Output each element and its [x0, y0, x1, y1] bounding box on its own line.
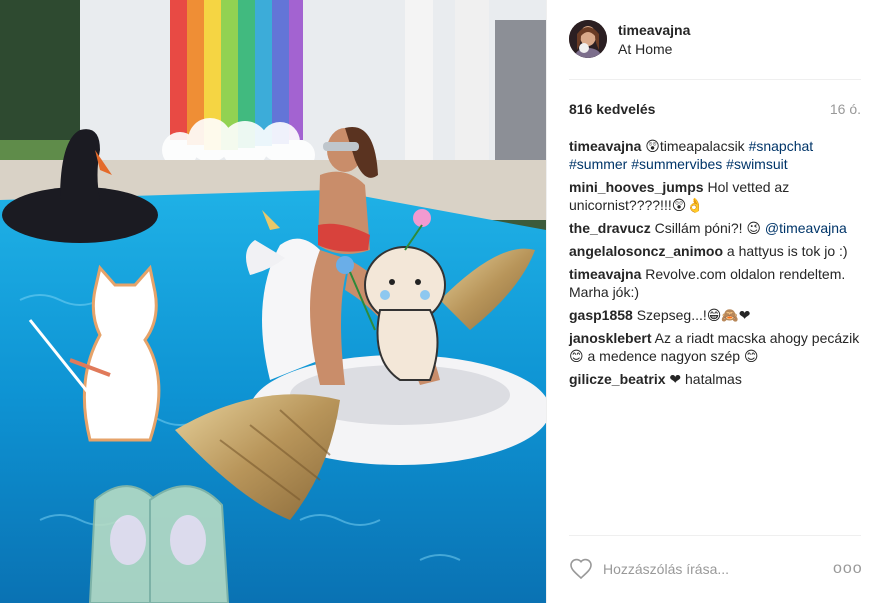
avatar-image: [569, 20, 607, 58]
comment-username[interactable]: janosklebert: [569, 330, 651, 346]
comment-input[interactable]: [603, 559, 813, 579]
comment-username[interactable]: gilicze_beatrix: [569, 371, 666, 387]
comment-item: angelalosoncz_animoo a hattyus is tok jo…: [569, 242, 861, 260]
header-divider: [569, 79, 861, 80]
comment-link[interactable]: #summervibes: [631, 156, 722, 172]
comment-username[interactable]: timeavajna: [569, 138, 641, 154]
username[interactable]: timeavajna: [618, 22, 690, 38]
comment-text: Szepseg...!😁🙈❤: [632, 307, 751, 323]
pool-scene-illustration: [0, 0, 546, 603]
comment-divider: [569, 535, 861, 536]
comment-item: gasp1858 Szepseg...!😁🙈❤: [569, 306, 861, 324]
post-time[interactable]: 16 ó.: [830, 101, 861, 117]
comment-link[interactable]: @timeavajna: [765, 220, 847, 236]
comment-item: mini_hooves_jumps Hol vetted az unicorni…: [569, 178, 861, 214]
comment-link[interactable]: #swimsuit: [726, 156, 787, 172]
post-photo[interactable]: [0, 0, 546, 603]
more-options-icon[interactable]: ooo: [833, 557, 862, 581]
comment-item: gilicze_beatrix ❤ hatalmas: [569, 370, 861, 388]
post-details-panel: timeavajna At Home 816 kedvelés 16 ó. ti…: [546, 0, 882, 603]
comment-item: timeavajna Revolve.com oldalon rendeltem…: [569, 265, 861, 301]
comment-link[interactable]: #summer: [569, 156, 627, 172]
comment-text: Csillám póni?! 😉: [650, 220, 765, 236]
instagram-post: timeavajna At Home 816 kedvelés 16 ó. ti…: [0, 0, 882, 603]
heart-icon[interactable]: [569, 557, 593, 581]
post-header: timeavajna At Home: [547, 0, 882, 79]
comment-username[interactable]: timeavajna: [569, 266, 641, 282]
comment-username[interactable]: gasp1858: [569, 307, 633, 323]
twin-girls-sticker: [88, 485, 230, 603]
comment-item: the_dravucz Csillám póni?! 😉 @timeavajna: [569, 219, 861, 237]
comments-list: timeavajna 😲timeapalacsik #snapchat #sum…: [569, 137, 861, 393]
comment-text: a hattyus is tok jo :): [723, 243, 848, 259]
comment-item: timeavajna 😲timeapalacsik #snapchat #sum…: [569, 137, 861, 173]
comment-text: ❤ hatalmas: [665, 371, 742, 387]
comment-username[interactable]: the_dravucz: [569, 220, 651, 236]
comment-link[interactable]: #snapchat: [749, 138, 814, 154]
comment-item: janosklebert Az a riadt macska ahogy pec…: [569, 329, 861, 365]
location[interactable]: At Home: [618, 41, 672, 57]
comment-text: 😲timeapalacsik: [641, 138, 749, 154]
likes-count[interactable]: 816 kedvelés: [569, 101, 655, 117]
likes-row: 816 kedvelés 16 ó.: [569, 99, 861, 119]
avatar[interactable]: [569, 20, 607, 58]
add-comment-row: ooo: [569, 555, 862, 583]
comment-username[interactable]: mini_hooves_jumps: [569, 179, 704, 195]
comment-username[interactable]: angelalosoncz_animoo: [569, 243, 723, 259]
